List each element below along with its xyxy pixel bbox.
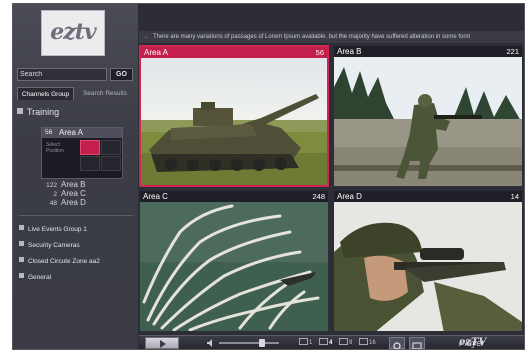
video-tile-area-b[interactable]: Area B 221 bbox=[333, 45, 523, 187]
logo-text: eztv bbox=[50, 19, 96, 45]
channel-card-area-a[interactable]: 56 Area A Select Position bbox=[41, 127, 123, 179]
video-tile-area-a[interactable]: Area A 56 bbox=[139, 45, 329, 187]
video-feed-soldier-kneeling bbox=[334, 57, 522, 186]
expand-icon bbox=[19, 241, 24, 246]
volume-slider-handle[interactable] bbox=[259, 339, 265, 347]
tab-channels-group[interactable]: Channels Group bbox=[17, 87, 74, 100]
expand-icon bbox=[19, 273, 24, 278]
tile-title: Area B bbox=[337, 47, 362, 56]
group-general[interactable]: General bbox=[19, 273, 51, 281]
expand-icon bbox=[19, 257, 24, 262]
sidebar: eztv GO Channels Group Search Results Tr… bbox=[13, 4, 138, 349]
ticker-text: There are many variations of passages of… bbox=[153, 34, 471, 40]
expand-icon bbox=[19, 225, 24, 230]
video-feed-sniper bbox=[334, 202, 522, 331]
tile-title: Area D bbox=[337, 192, 362, 201]
tile-title: Area A bbox=[144, 48, 169, 57]
layout-icon bbox=[319, 338, 328, 345]
select-position-label: Select Position bbox=[46, 142, 64, 154]
search-go-button[interactable]: GO bbox=[110, 68, 133, 81]
play-icon bbox=[160, 340, 166, 348]
position-cell-3[interactable] bbox=[80, 156, 100, 171]
fullscreen-icon bbox=[412, 342, 422, 349]
channel-card-header: 56 Area A bbox=[42, 128, 122, 138]
tile-header: Area B 221 bbox=[334, 46, 522, 57]
sidebar-tabs: Channels Group Search Results bbox=[17, 87, 135, 100]
list-item[interactable]: 2 Area C bbox=[41, 189, 86, 198]
volume-slider[interactable] bbox=[219, 342, 279, 344]
volume-icon[interactable] bbox=[207, 339, 215, 347]
news-ticker: → There are many variations of passages o… bbox=[139, 31, 524, 43]
tile-count: 56 bbox=[315, 48, 324, 57]
tile-header: Area D 14 bbox=[334, 191, 522, 202]
channel-count: 56 bbox=[45, 129, 53, 136]
refresh-button[interactable] bbox=[389, 337, 405, 349]
tile-header: Area A 56 bbox=[141, 47, 327, 58]
group-security-cameras[interactable]: Security Cameras bbox=[19, 241, 80, 249]
tile-header: Area C 248 bbox=[140, 191, 328, 202]
tile-count: 248 bbox=[312, 192, 325, 201]
layout-9-button[interactable]: 9 bbox=[339, 338, 352, 348]
player-controls: 1 4 9 16 ezTV Player bbox=[139, 335, 524, 349]
play-button[interactable] bbox=[145, 337, 179, 349]
fullscreen-button[interactable] bbox=[409, 337, 425, 349]
ez-tv-player-window: eztv GO Channels Group Search Results Tr… bbox=[12, 3, 525, 350]
divider bbox=[19, 215, 133, 216]
list-item[interactable]: 48 Area D bbox=[41, 198, 86, 207]
layout-4-button[interactable]: 4 bbox=[319, 338, 332, 348]
layout-1-button[interactable]: 1 bbox=[299, 338, 312, 348]
search-row: GO bbox=[17, 68, 133, 81]
group-training-label: Training bbox=[27, 107, 60, 117]
group-closed-circuit[interactable]: Closed Circute Zone aa2 bbox=[19, 257, 100, 265]
arrow-right-icon: → bbox=[143, 34, 149, 40]
position-cell-4[interactable] bbox=[101, 156, 121, 171]
layout-icon bbox=[339, 338, 348, 345]
video-tile-area-d[interactable]: Area D 14 bbox=[333, 190, 523, 332]
layout-icon bbox=[359, 338, 368, 345]
tile-title: Area C bbox=[143, 192, 168, 201]
position-cell-2[interactable] bbox=[101, 140, 121, 155]
video-feed-flares bbox=[140, 202, 328, 331]
group-live-events[interactable]: Live Events Group 1 bbox=[19, 225, 87, 233]
video-tile-area-c[interactable]: Area C 248 bbox=[139, 190, 329, 332]
video-feed-tank bbox=[141, 58, 327, 185]
search-input[interactable] bbox=[17, 68, 107, 81]
refresh-icon bbox=[393, 342, 401, 349]
list-item[interactable]: 122 Area B bbox=[41, 180, 85, 189]
collapse-icon[interactable] bbox=[17, 108, 23, 114]
tile-count: 14 bbox=[510, 192, 519, 201]
logo: eztv bbox=[41, 10, 105, 56]
tab-search-results[interactable]: Search Results bbox=[75, 87, 135, 100]
channel-name: Area A bbox=[59, 128, 84, 137]
tile-count: 221 bbox=[506, 47, 519, 56]
layout-16-button[interactable]: 16 bbox=[359, 338, 376, 348]
position-cell-1[interactable] bbox=[80, 140, 100, 155]
group-training[interactable]: Training bbox=[17, 107, 59, 117]
player-brand: ezTV Player bbox=[459, 337, 487, 348]
layout-icon bbox=[299, 338, 308, 345]
